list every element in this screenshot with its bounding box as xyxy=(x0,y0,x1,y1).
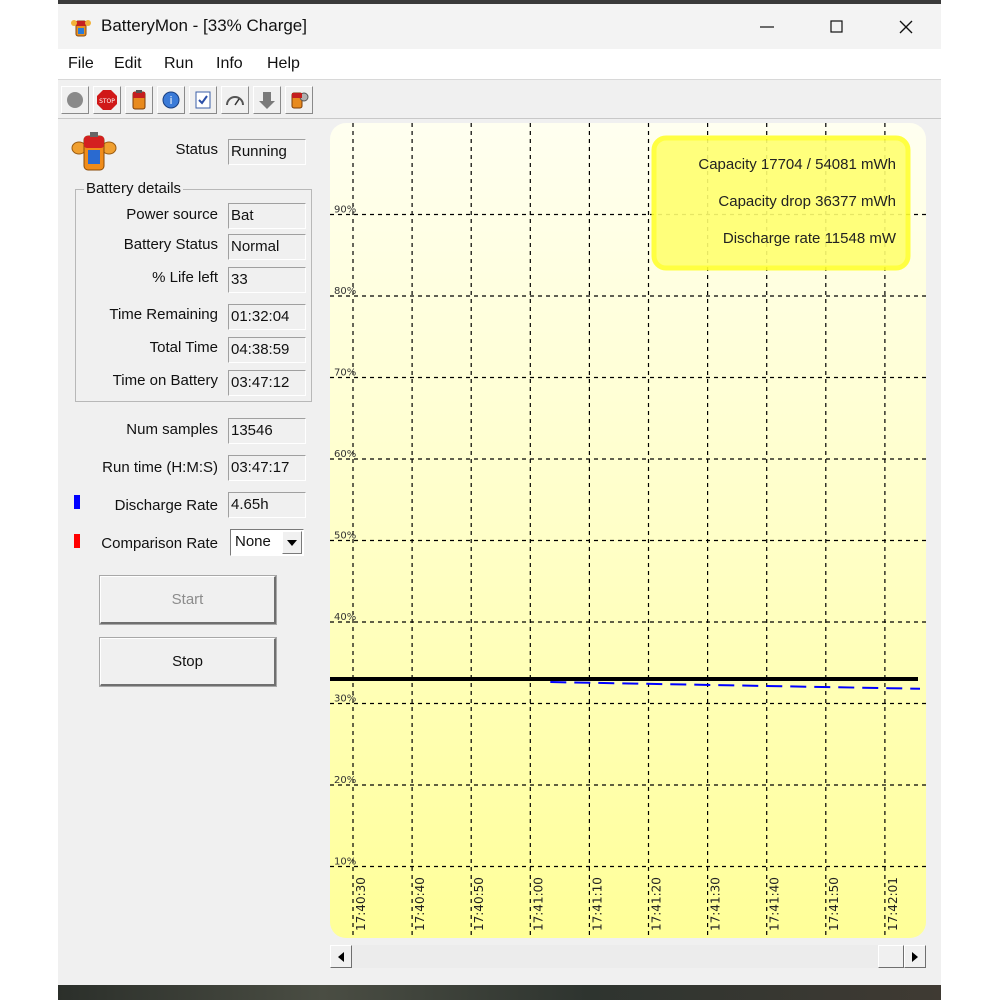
close-button[interactable] xyxy=(871,4,941,49)
status-value: Running xyxy=(228,139,306,165)
power-source-label: Power source xyxy=(126,206,218,223)
y-tick-label: 10% xyxy=(334,857,356,868)
stop-sign-icon: STOP xyxy=(97,90,117,110)
toolbar-button-battery-info[interactable]: i xyxy=(157,86,185,114)
menu-run[interactable]: Run xyxy=(164,55,193,73)
x-tick-label: 17:41:50 xyxy=(827,877,841,931)
toolbar-button-battery[interactable] xyxy=(125,86,153,114)
battery-settings-icon xyxy=(291,92,309,109)
y-tick-label: 20% xyxy=(334,775,356,786)
life-left-label: % Life left xyxy=(152,269,218,286)
x-tick-label: 17:41:00 xyxy=(531,877,545,931)
svg-text:STOP: STOP xyxy=(99,98,115,105)
power-source-value: Bat xyxy=(228,203,306,229)
menu-info[interactable]: Info xyxy=(216,55,243,73)
y-tick-label: 30% xyxy=(334,694,356,705)
arrow-left-icon xyxy=(338,951,344,962)
svg-text:i: i xyxy=(169,94,172,107)
toolbar-button-idle[interactable] xyxy=(61,86,89,114)
x-tick-label: 17:42:01 xyxy=(886,877,900,931)
time-remaining-label: Time Remaining xyxy=(109,306,218,323)
y-tick-label: 60% xyxy=(334,449,356,460)
life-left-value: 33 xyxy=(228,267,306,293)
menu-file[interactable]: File xyxy=(68,55,94,73)
x-tick-label: 17:40:50 xyxy=(472,877,486,931)
batterymon-app-icon xyxy=(71,20,91,37)
run-time-label: Run time (H:M:S) xyxy=(102,459,218,476)
y-tick-label: 50% xyxy=(334,531,356,542)
x-tick-label: 17:41:20 xyxy=(650,877,664,931)
x-tick-label: 17:41:10 xyxy=(590,877,604,931)
maximize-icon xyxy=(830,19,843,33)
chart-horizontal-scrollbar[interactable] xyxy=(330,945,926,968)
battery-mascot-icon xyxy=(71,132,117,171)
info-capacity: Capacity 17704 / 54081 mWh xyxy=(698,156,896,173)
time-remaining-value: 01:32:04 xyxy=(228,304,306,330)
maximize-button[interactable] xyxy=(802,4,872,49)
total-time-value: 04:38:59 xyxy=(228,337,306,363)
y-tick-label: 40% xyxy=(334,612,356,623)
battery-info-icon: i xyxy=(162,91,180,109)
num-samples-value: 13546 xyxy=(228,418,306,444)
gauge-icon xyxy=(226,96,244,106)
menu-help[interactable]: Help xyxy=(267,55,300,73)
battery-chart: 90% 80% 70% 60% 50% 40% 30% 20% 10% 17:40:30 17:40… xyxy=(330,123,926,938)
y-tick-label: 70% xyxy=(334,368,356,379)
num-samples-label: Num samples xyxy=(126,421,218,438)
x-tick-label: 17:40:40 xyxy=(413,877,427,931)
x-tick-label: 17:40:30 xyxy=(354,877,368,931)
gray-dot-icon xyxy=(67,92,83,108)
y-tick-label: 90% xyxy=(334,205,356,216)
battery-details-title: Battery details xyxy=(84,180,184,197)
battery-icon xyxy=(132,90,146,110)
dropdown-arrow-button[interactable] xyxy=(282,531,302,554)
arrow-down-icon xyxy=(259,92,275,109)
info-discharge-rate: Discharge rate 11548 mW xyxy=(723,230,897,247)
battery-status-value: Normal xyxy=(228,234,306,260)
info-capacity-drop: Capacity drop 36377 mWh xyxy=(718,193,896,210)
batterymon-window: BatteryMon - [33% Charge] File Edit Run … xyxy=(58,4,941,985)
battery-chart-svg: 90% 80% 70% 60% 50% 40% 30% 20% 10% 17:40:30 17:40… xyxy=(330,123,926,938)
time-on-battery-label: Time on Battery xyxy=(112,372,218,389)
checklist-icon xyxy=(195,91,211,109)
discharge-rate-value: 4.65h xyxy=(228,492,306,518)
start-button[interactable]: Start xyxy=(99,575,277,625)
x-tick-label: 17:41:40 xyxy=(768,877,782,931)
menu-bar: File Edit Run Info Help xyxy=(58,49,941,80)
toolbar-button-stop[interactable]: STOP xyxy=(93,86,121,114)
toolbar-button-settings[interactable] xyxy=(285,86,313,114)
stop-button[interactable]: Stop xyxy=(99,637,277,687)
desktop-right-margin xyxy=(941,0,1000,1000)
desktop-left-margin xyxy=(0,0,58,1000)
status-label: Status xyxy=(175,141,218,158)
toolbar-button-checklist[interactable] xyxy=(189,86,217,114)
scroll-thumb[interactable] xyxy=(878,945,904,968)
toolbar-button-arrow[interactable] xyxy=(253,86,281,114)
desktop-wallpaper-strip xyxy=(58,985,941,1000)
minimize-button[interactable] xyxy=(732,4,802,49)
time-on-battery-value: 03:47:12 xyxy=(228,370,306,396)
arrow-right-icon xyxy=(912,951,918,962)
scroll-left-button[interactable] xyxy=(330,945,352,968)
close-icon xyxy=(899,20,913,33)
toolbar-button-gauge[interactable] xyxy=(221,86,249,114)
battery-status-label: Battery Status xyxy=(123,236,218,253)
window-title: BatteryMon - [33% Charge] xyxy=(101,16,307,35)
comparison-rate-label: Comparison Rate xyxy=(101,535,218,552)
total-time-label: Total Time xyxy=(149,339,218,356)
comparison-rate-select[interactable]: None xyxy=(230,529,304,556)
toolbar: STOP i xyxy=(58,84,941,119)
discharge-rate-label: Discharge Rate xyxy=(114,497,218,514)
y-tick-label: 80% xyxy=(334,286,356,297)
chevron-down-icon xyxy=(287,539,297,546)
menu-edit[interactable]: Edit xyxy=(114,55,142,73)
run-time-value: 03:47:17 xyxy=(228,455,306,481)
comparison-rate-selected: None xyxy=(235,533,271,550)
title-bar[interactable]: BatteryMon - [33% Charge] xyxy=(58,4,941,49)
x-tick-label: 17:41:30 xyxy=(709,877,723,931)
minimize-icon xyxy=(760,25,774,28)
scroll-right-button[interactable] xyxy=(904,945,926,968)
